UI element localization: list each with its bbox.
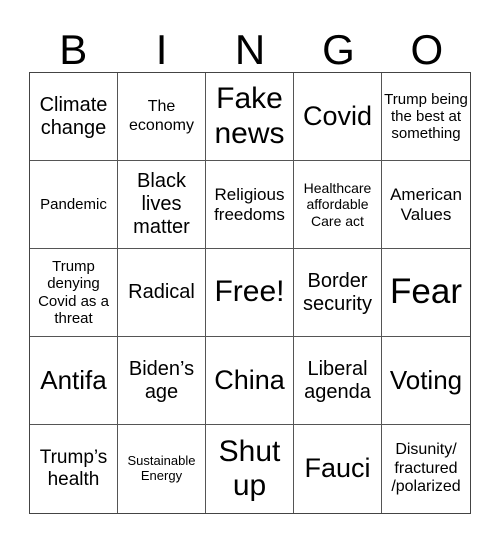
bingo-cell[interactable]: Liberal agenda	[294, 337, 382, 425]
free-space-cell[interactable]: Free!	[206, 249, 294, 337]
bingo-cell[interactable]: Trump denying Covid as a threat	[30, 249, 118, 337]
bingo-cell[interactable]: Sustainable Energy	[118, 425, 206, 513]
bingo-grid: Climate change The economy Fake news Cov…	[29, 72, 471, 514]
header-letter-i: I	[155, 26, 168, 73]
header-letter-b: B	[59, 26, 88, 73]
bingo-cell[interactable]: Fear	[382, 249, 470, 337]
bingo-cell[interactable]: Fake news	[206, 73, 294, 161]
bingo-cell[interactable]: China	[206, 337, 294, 425]
bingo-cell[interactable]: Religious freedoms	[206, 161, 294, 249]
bingo-cell[interactable]: Fauci	[294, 425, 382, 513]
bingo-cell[interactable]: Border security	[294, 249, 382, 337]
bingo-cell[interactable]: Trump’s health	[30, 425, 118, 513]
bingo-cell[interactable]: Black lives matter	[118, 161, 206, 249]
bingo-cell[interactable]: The economy	[118, 73, 206, 161]
bingo-cell[interactable]: Shut up	[206, 425, 294, 513]
bingo-cell[interactable]: Climate change	[30, 73, 118, 161]
header-letter-o: O	[410, 26, 444, 73]
bingo-cell[interactable]: Biden’s age	[118, 337, 206, 425]
bingo-cell[interactable]: Disunity/ fractured /polarized	[382, 425, 470, 513]
bingo-cell[interactable]: Healthcare affordable Care act	[294, 161, 382, 249]
bingo-cell[interactable]: American Values	[382, 161, 470, 249]
bingo-cell[interactable]: Trump being the best at something	[382, 73, 470, 161]
bingo-cell[interactable]: Covid	[294, 73, 382, 161]
header-letter-n: N	[234, 26, 266, 73]
header-letter-g: G	[322, 26, 355, 73]
bingo-header: B I N G O	[29, 28, 471, 72]
bingo-cell[interactable]: Radical	[118, 249, 206, 337]
bingo-cell[interactable]: Antifa	[30, 337, 118, 425]
bingo-cell[interactable]: Voting	[382, 337, 470, 425]
bingo-cell[interactable]: Pandemic	[30, 161, 118, 249]
